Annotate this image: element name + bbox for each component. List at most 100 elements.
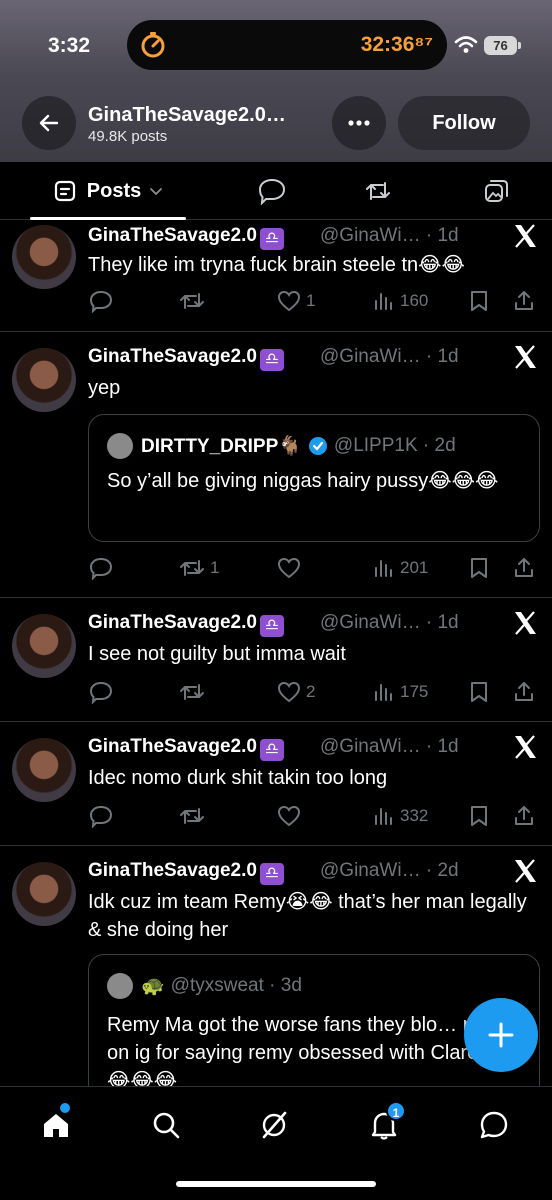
share-button[interactable]	[512, 554, 536, 582]
search-icon	[153, 1112, 180, 1139]
share-icon	[515, 291, 533, 310]
notification-count-badge: 1	[386, 1101, 406, 1121]
avatar[interactable]	[12, 862, 76, 926]
reply-button[interactable]	[88, 554, 118, 582]
repost-button[interactable]	[178, 678, 210, 706]
message-bubble-icon	[480, 1111, 508, 1139]
reply-button[interactable]	[88, 678, 118, 706]
avatar[interactable]	[12, 738, 76, 802]
tab-reposts[interactable]	[356, 162, 400, 220]
nav-grok[interactable]	[254, 1105, 294, 1145]
libra-badge-icon: ♎	[259, 615, 284, 637]
follow-button[interactable]: Follow	[398, 96, 530, 150]
bookmark-button[interactable]	[468, 678, 490, 706]
media-icon	[485, 180, 508, 202]
quoted-post-header: DIRTTY_DRIPP🐐 @LIPP1K · 2d	[107, 433, 456, 459]
post-handle-time: @GinaWi… · 2d	[320, 860, 459, 881]
repost-icon	[366, 182, 390, 200]
post-item[interactable]: GinaTheSavage2.0 ♎ @GinaWi… · 1d Idec nom…	[0, 722, 552, 846]
repost-button[interactable]: 1	[178, 554, 219, 582]
repost-icon	[180, 684, 204, 700]
active-tab-indicator	[30, 217, 186, 220]
views-button[interactable]: 201	[372, 554, 428, 582]
x-logo-icon[interactable]	[512, 734, 538, 760]
reply-button[interactable]	[88, 802, 118, 830]
back-button[interactable]	[22, 96, 76, 150]
stopwatch-timer: 32:36⁸⁷	[360, 33, 433, 56]
post-author-name[interactable]: GinaTheSavage2.0 ♎	[88, 225, 284, 250]
post-author-name[interactable]: GinaTheSavage2.0 ♎	[88, 736, 284, 761]
post-item[interactable]: GinaTheSavage2.0 ♎ @GinaWi… · 1d I see no…	[0, 598, 552, 722]
views-button[interactable]: 160	[372, 287, 428, 315]
quoted-text: Remy Ma got the worse fans they blo… me …	[107, 1014, 519, 1086]
nav-notifications[interactable]: 1	[364, 1101, 406, 1145]
like-button[interactable]	[276, 802, 306, 830]
post-text: They like im tryna fuck brain steele tn😂…	[88, 254, 465, 276]
quoted-handle-time: @LIPP1K · 2d	[333, 435, 456, 456]
x-logo-icon[interactable]	[512, 610, 538, 636]
like-button[interactable]: 2	[276, 678, 315, 706]
reply-button[interactable]	[88, 287, 118, 315]
avatar[interactable]	[12, 348, 76, 412]
post-item[interactable]: GinaTheSavage2.0 ♎ @GinaWi… · 1d yep DIRT…	[0, 332, 552, 598]
libra-badge-icon: ♎	[259, 863, 284, 885]
dynamic-island: 32:36⁸⁷	[127, 20, 447, 70]
nav-search[interactable]	[146, 1105, 186, 1145]
like-button[interactable]	[276, 554, 306, 582]
post-handle-time: @GinaWi… · 1d	[320, 612, 459, 633]
nav-messages[interactable]	[474, 1105, 514, 1145]
share-button[interactable]	[512, 678, 536, 706]
tab-posts[interactable]: Posts	[30, 162, 186, 220]
post-author-name[interactable]: GinaTheSavage2.0 ♎	[88, 612, 284, 637]
heart-icon	[277, 681, 301, 703]
x-logo-icon[interactable]	[512, 223, 538, 249]
bookmark-button[interactable]	[468, 802, 490, 830]
repost-icon	[180, 293, 204, 309]
quoted-post[interactable]: DIRTTY_DRIPP🐐 @LIPP1K · 2d So y’all be g…	[88, 414, 540, 542]
post-item[interactable]: GinaTheSavage2.0 ♎ @GinaWi… · 1d They lik…	[0, 221, 552, 332]
plus-icon	[488, 1022, 514, 1048]
post-author-name[interactable]: GinaTheSavage2.0 ♎	[88, 860, 284, 885]
more-options-button[interactable]	[332, 96, 386, 150]
avatar[interactable]	[12, 614, 76, 678]
verified-badge-icon	[308, 437, 327, 455]
post-actions: 2 175	[88, 678, 540, 706]
arrow-left-icon	[39, 114, 59, 132]
bookmark-button[interactable]	[468, 287, 490, 315]
repost-icon	[180, 560, 204, 576]
x-logo-icon[interactable]	[512, 344, 538, 370]
bookmark-icon	[471, 806, 487, 826]
share-button[interactable]	[512, 287, 536, 315]
post-feed: GinaTheSavage2.0 ♎ @GinaWi… · 1d They lik…	[0, 221, 552, 1086]
bookmark-icon	[471, 558, 487, 578]
tab-replies[interactable]	[250, 162, 294, 220]
quoted-text: So y’all be giving niggas hairy pussy😂😂😂	[107, 470, 499, 492]
views-button[interactable]: 332	[372, 802, 428, 830]
home-icon	[44, 1114, 68, 1137]
heart-icon	[277, 290, 301, 312]
repost-icon	[180, 808, 204, 824]
nav-home[interactable]	[36, 1103, 76, 1145]
repost-button[interactable]	[178, 802, 210, 830]
profile-tabs: Posts	[0, 162, 552, 220]
views-button[interactable]: 175	[372, 678, 428, 706]
quoted-post-header: 🐢 @tyxsweat · 3d	[107, 973, 302, 999]
x-logo-icon[interactable]	[512, 858, 538, 884]
post-actions: 1 160	[88, 287, 540, 315]
like-button[interactable]: 1	[276, 287, 315, 315]
compose-post-button[interactable]	[464, 998, 538, 1072]
post-handle-time: @GinaWi… · 1d	[320, 736, 459, 757]
wifi-icon	[454, 36, 478, 53]
avatar[interactable]	[12, 225, 76, 289]
post-author-name[interactable]: GinaTheSavage2.0 ♎	[88, 346, 284, 371]
post-actions: 1 201	[88, 554, 540, 582]
quoted-avatar	[107, 973, 133, 999]
share-button[interactable]	[512, 802, 536, 830]
reply-icon	[89, 805, 113, 828]
chevron-down-icon	[150, 188, 163, 196]
tab-media[interactable]	[474, 162, 518, 220]
bookmark-button[interactable]	[468, 554, 490, 582]
bar-chart-icon	[375, 684, 392, 701]
tab-posts-label: Posts	[86, 179, 142, 202]
repost-button[interactable]	[178, 287, 210, 315]
